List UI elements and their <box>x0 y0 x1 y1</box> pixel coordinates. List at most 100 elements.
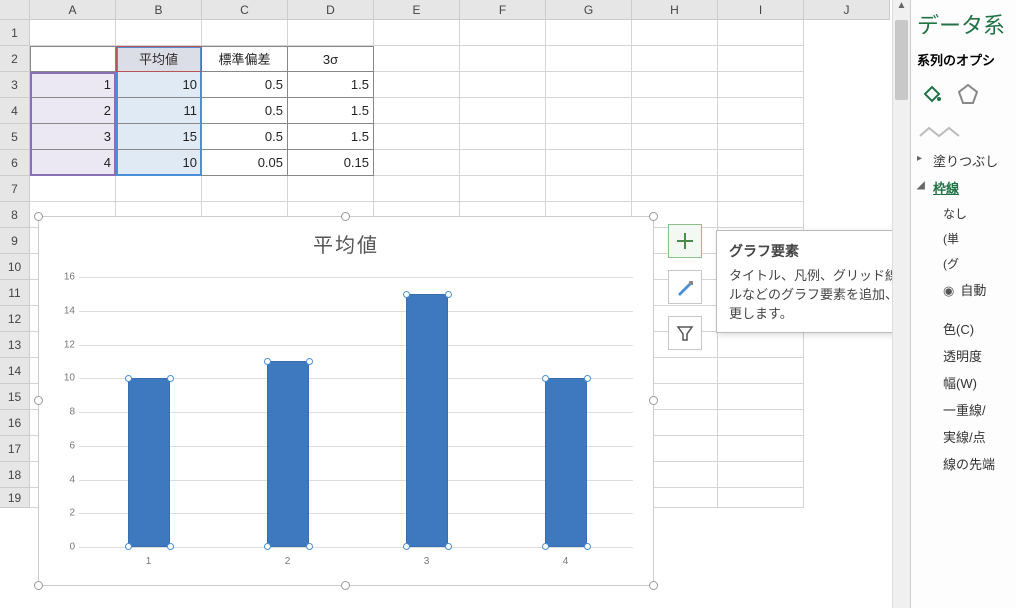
cell-E1[interactable] <box>374 20 460 46</box>
row-header[interactable]: 18 <box>0 462 30 488</box>
cell[interactable] <box>718 176 804 202</box>
col-header-B[interactable]: B <box>116 0 202 20</box>
cell[interactable] <box>718 358 804 384</box>
resize-handle[interactable] <box>649 212 658 221</box>
series-point-handle[interactable] <box>584 543 591 550</box>
cell[interactable] <box>374 72 460 98</box>
row-header[interactable]: 15 <box>0 384 30 410</box>
row-header[interactable]: 5 <box>0 124 30 150</box>
col-header-C[interactable]: C <box>202 0 288 20</box>
series-point-handle[interactable] <box>167 375 174 382</box>
cell[interactable] <box>30 176 116 202</box>
data-bar[interactable] <box>406 294 448 547</box>
series-point-handle[interactable] <box>584 375 591 382</box>
cell-F1[interactable] <box>460 20 546 46</box>
data-bar[interactable] <box>267 361 309 547</box>
row-header[interactable]: 14 <box>0 358 30 384</box>
series-point-handle[interactable] <box>125 543 132 550</box>
row-header[interactable]: 9 <box>0 228 30 254</box>
cell-E2[interactable] <box>374 46 460 72</box>
cell[interactable] <box>632 46 718 72</box>
cell[interactable] <box>718 436 804 462</box>
series-point-handle[interactable] <box>264 358 271 365</box>
resize-handle[interactable] <box>341 581 350 590</box>
line-option-solid[interactable]: (単 <box>917 226 1010 251</box>
resize-handle[interactable] <box>34 396 43 405</box>
cell-H1[interactable] <box>632 20 718 46</box>
cell[interactable] <box>718 462 804 488</box>
fill-tab-icon[interactable] <box>917 79 947 109</box>
cell[interactable] <box>718 150 804 176</box>
cell[interactable] <box>546 176 632 202</box>
row-header[interactable]: 19 <box>0 488 30 508</box>
cell[interactable] <box>718 410 804 436</box>
col-header-H[interactable]: H <box>632 0 718 20</box>
format-pane[interactable]: データ系 系列のオプシ 塗りつぶし 枠線 なし (単 (グ 自動 色(C) 透明… <box>910 0 1016 608</box>
col-header-E[interactable]: E <box>374 0 460 20</box>
cell[interactable] <box>374 98 460 124</box>
cell[interactable] <box>632 124 718 150</box>
cell[interactable] <box>632 72 718 98</box>
cell[interactable] <box>718 98 804 124</box>
row-header[interactable]: 7 <box>0 176 30 202</box>
line-option-gradient[interactable]: (グ <box>917 251 1010 276</box>
line-option-auto[interactable]: 自動 <box>917 276 1010 303</box>
cell[interactable] <box>632 98 718 124</box>
cell[interactable] <box>460 176 546 202</box>
line-compound[interactable]: 実線/点 <box>917 423 1010 450</box>
row-header[interactable]: 8 <box>0 202 30 228</box>
cell-B3[interactable]: 10 <box>116 72 202 98</box>
chart-styles-button[interactable] <box>668 270 702 304</box>
cell[interactable] <box>374 176 460 202</box>
line-color[interactable]: 色(C) <box>917 315 1010 342</box>
col-header-A[interactable]: A <box>30 0 116 20</box>
chart-title[interactable]: 平均値 <box>39 229 653 258</box>
cell-I1[interactable] <box>718 20 804 46</box>
cell-C1[interactable] <box>202 20 288 46</box>
cell-A3[interactable]: 1 <box>30 72 116 98</box>
row-header[interactable]: 13 <box>0 332 30 358</box>
data-bar[interactable] <box>545 378 587 547</box>
cell[interactable] <box>546 72 632 98</box>
cell-D1[interactable] <box>288 20 374 46</box>
row-header[interactable]: 11 <box>0 280 30 306</box>
cell-B2[interactable]: 平均値 <box>116 46 202 72</box>
series-point-handle[interactable] <box>542 543 549 550</box>
cell-B6[interactable]: 10 <box>116 150 202 176</box>
series-point-handle[interactable] <box>403 543 410 550</box>
row-header[interactable]: 3 <box>0 72 30 98</box>
cell-C4[interactable]: 0.5 <box>202 98 288 124</box>
cell[interactable] <box>632 176 718 202</box>
scroll-thumb[interactable] <box>895 20 908 100</box>
cell-B1[interactable] <box>116 20 202 46</box>
cell-D3[interactable]: 1.5 <box>288 72 374 98</box>
effects-tab-icon[interactable] <box>953 79 983 109</box>
section-fill[interactable]: 塗りつぶし <box>917 147 1010 174</box>
cell-G1[interactable] <box>546 20 632 46</box>
cell-A4[interactable]: 2 <box>30 98 116 124</box>
cell[interactable] <box>460 98 546 124</box>
cell[interactable] <box>546 124 632 150</box>
series-point-handle[interactable] <box>445 543 452 550</box>
cell-B4[interactable]: 11 <box>116 98 202 124</box>
resize-handle[interactable] <box>34 581 43 590</box>
cell[interactable] <box>718 332 804 358</box>
cell[interactable] <box>718 202 804 228</box>
cell-A6[interactable]: 4 <box>30 150 116 176</box>
series-point-handle[interactable] <box>306 543 313 550</box>
cell-C6[interactable]: 0.05 <box>202 150 288 176</box>
cell[interactable] <box>718 72 804 98</box>
cell[interactable] <box>718 46 804 72</box>
cell[interactable] <box>460 150 546 176</box>
col-header-D[interactable]: D <box>288 0 374 20</box>
chart-elements-button[interactable] <box>668 224 702 258</box>
line-width[interactable]: 幅(W) <box>917 369 1010 396</box>
row-header[interactable]: 10 <box>0 254 30 280</box>
cell-D2[interactable]: 3σ <box>288 46 374 72</box>
cell[interactable] <box>460 72 546 98</box>
series-point-handle[interactable] <box>542 375 549 382</box>
col-header-I[interactable]: I <box>718 0 804 20</box>
row-header[interactable]: 6 <box>0 150 30 176</box>
resize-handle[interactable] <box>34 212 43 221</box>
cell[interactable] <box>374 124 460 150</box>
